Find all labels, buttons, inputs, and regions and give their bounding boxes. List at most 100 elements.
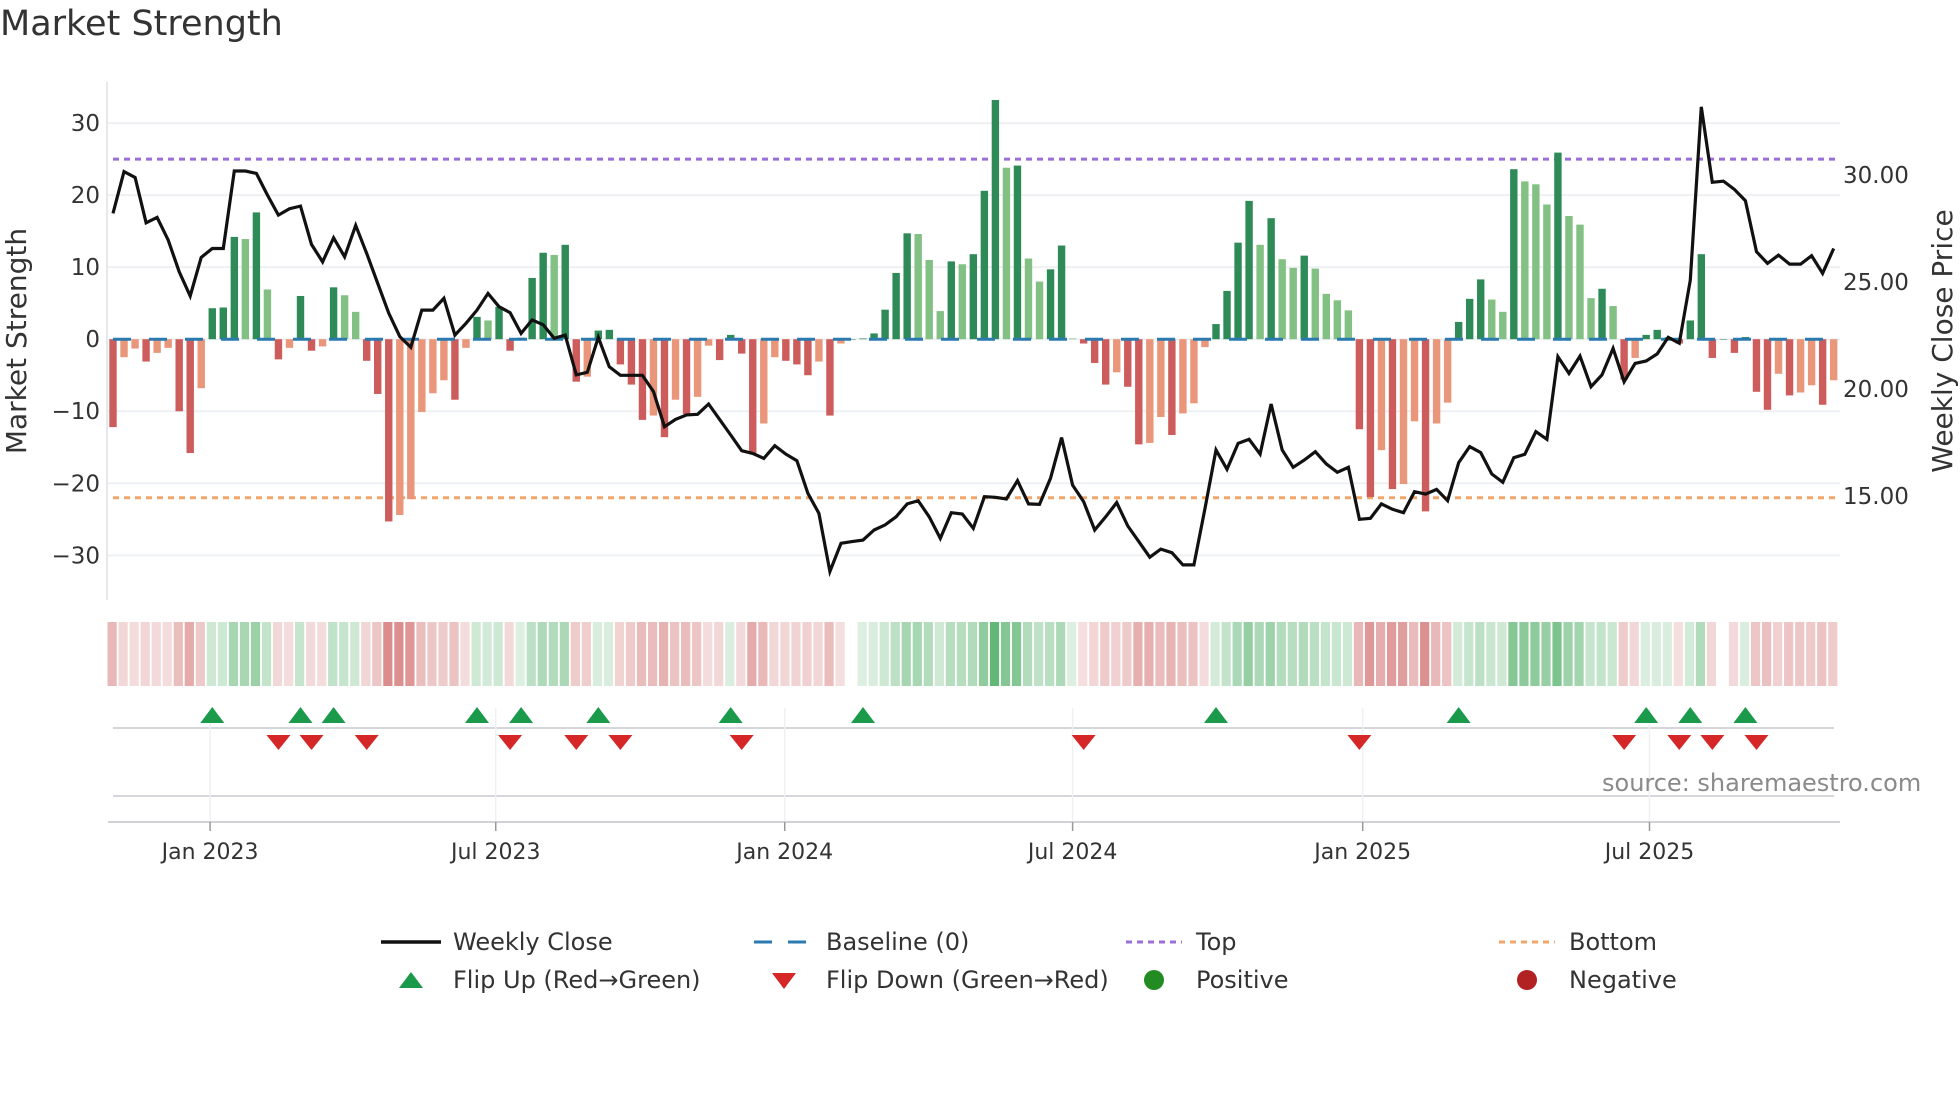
heat-cell — [1662, 622, 1672, 686]
strength-bar — [760, 339, 768, 424]
strength-bar — [1278, 259, 1286, 340]
strength-bar — [1102, 339, 1110, 385]
heat-cell — [659, 622, 669, 686]
heat-cell — [1431, 622, 1441, 686]
strength-bar — [1774, 339, 1783, 374]
strength-bar — [1532, 184, 1540, 340]
strength-bar — [738, 339, 746, 354]
heat-cell — [725, 622, 735, 686]
heat-cell — [1133, 622, 1143, 686]
heat-cell — [791, 622, 801, 686]
strength-bar — [1499, 311, 1507, 340]
heat-cell — [1000, 622, 1011, 686]
flip-down-marker — [564, 735, 589, 750]
y-tick-label: −20 — [51, 471, 100, 497]
heat-cell — [1706, 622, 1717, 686]
strength-bar — [285, 339, 294, 348]
strength-bar — [186, 339, 194, 454]
strength-bar — [230, 236, 239, 340]
strength-bar — [318, 339, 327, 347]
strength-bar — [1443, 339, 1452, 403]
heat-cell — [471, 622, 481, 686]
heat-cell — [1640, 622, 1650, 686]
heat-cell — [1011, 622, 1022, 686]
heat-cell — [228, 622, 239, 686]
strength-bar — [1631, 339, 1639, 358]
heat-cell — [1342, 622, 1353, 686]
strength-bar — [1179, 339, 1187, 414]
strength-bar — [351, 311, 360, 340]
heat-cell — [151, 622, 161, 686]
strength-bar — [947, 261, 955, 340]
heat-cell — [1773, 622, 1783, 686]
heat-cell — [1320, 622, 1330, 686]
strength-bar — [1829, 339, 1838, 381]
flip-up-marker — [1446, 707, 1471, 723]
strength-bar — [1587, 298, 1595, 340]
heat-cell — [1806, 622, 1816, 686]
heat-cell — [670, 622, 680, 686]
strength-bar — [1311, 268, 1319, 340]
heat-cell — [1166, 622, 1176, 686]
heat-cell — [923, 622, 933, 686]
heat-cell — [1541, 622, 1551, 686]
strength-bar — [1708, 339, 1717, 358]
strength-bar — [1322, 293, 1330, 340]
strength-bar — [1267, 218, 1275, 340]
strength-bar — [473, 316, 481, 340]
x-tick-label: Jul 2023 — [449, 840, 541, 865]
y-tick-label: −30 — [51, 543, 100, 569]
flip-down-marker — [608, 735, 633, 750]
strength-bar — [1807, 339, 1816, 386]
market-strength-chart: 30 20 10 0 −10 −20 −30 30.00 25.00 20.00 15.00 Mark… — [0, 82, 1959, 865]
heat-cell — [901, 622, 911, 686]
strength-bar — [1554, 152, 1562, 340]
strength-bar — [1168, 339, 1176, 436]
heat-cell — [283, 622, 294, 686]
heat-cell — [206, 622, 216, 686]
strength-bar — [1432, 339, 1441, 424]
strength-bar — [374, 339, 382, 394]
heat-cell — [173, 622, 183, 686]
strength-bar — [396, 339, 404, 515]
strength-bar — [782, 339, 790, 361]
heat-cell — [1508, 622, 1518, 686]
flip-up-marker — [1204, 707, 1228, 723]
heat-cell — [1486, 622, 1496, 686]
x-tick-label: Jan 2024 — [734, 840, 833, 865]
strength-bar — [506, 339, 514, 351]
strength-bar — [1477, 279, 1485, 340]
heat-cell — [636, 622, 647, 686]
strength-bar — [1024, 258, 1033, 340]
heat-cell — [1056, 622, 1066, 686]
strength-bar — [815, 339, 823, 362]
strength-bar — [1135, 339, 1143, 445]
heat-cell — [1409, 622, 1419, 686]
strength-bar — [1057, 245, 1066, 340]
heat-cell — [1078, 622, 1088, 686]
strength-bar — [1355, 339, 1364, 430]
strength-bar — [484, 320, 492, 340]
y-right-axis-label: Weekly Close Price — [1926, 209, 1959, 472]
heat-cell — [1100, 622, 1110, 686]
flip-down-marker — [498, 735, 523, 750]
flip-down-marker — [299, 735, 324, 750]
heat-cell — [1828, 622, 1838, 686]
heat-cell — [306, 622, 316, 686]
heat-cell — [1519, 622, 1529, 686]
strength-bar — [936, 311, 944, 340]
strength-bar — [362, 339, 371, 361]
heat-cell — [1210, 622, 1220, 686]
strength-bar — [1642, 334, 1650, 340]
heat-cell — [548, 622, 558, 686]
y-tick-label: 0 — [85, 327, 100, 353]
flip-down-marker — [354, 735, 379, 750]
flip-up-marker — [1634, 707, 1659, 723]
flip-up-marker — [586, 707, 611, 723]
heat-cell — [802, 622, 812, 686]
flip-down-marker — [729, 735, 754, 750]
heat-cell — [1276, 622, 1286, 686]
flip-down-marker — [266, 735, 291, 750]
heat-cell — [1552, 622, 1562, 686]
strength-bar — [307, 339, 316, 351]
